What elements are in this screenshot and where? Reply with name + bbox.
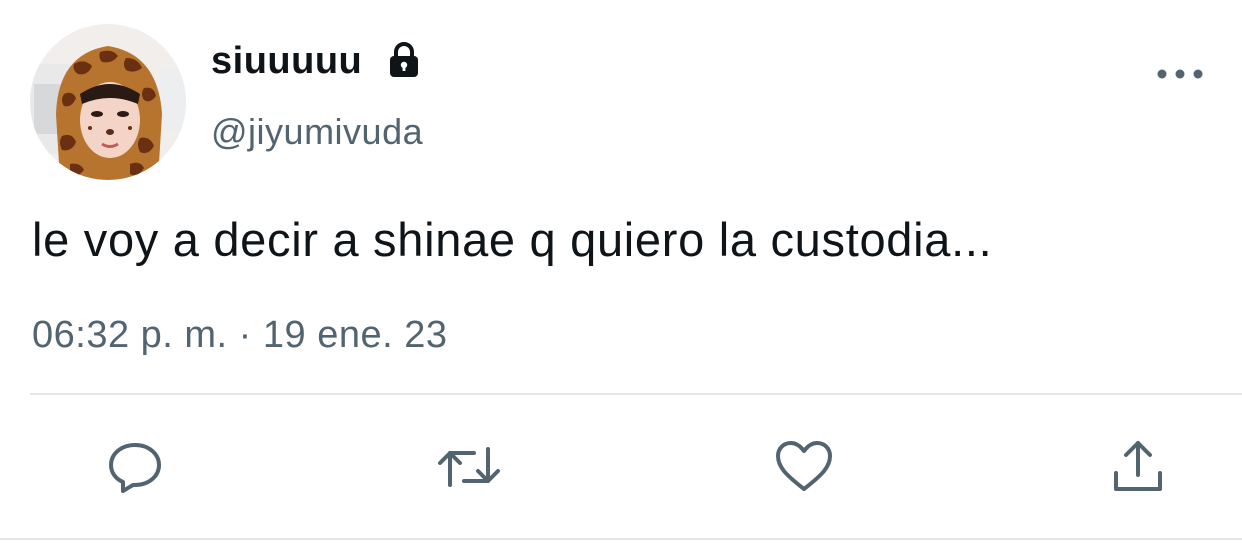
reply-icon bbox=[109, 443, 161, 493]
avatar[interactable] bbox=[30, 24, 186, 180]
share-button[interactable] bbox=[1103, 432, 1173, 502]
username-handle[interactable]: @jiyumivuda bbox=[211, 114, 423, 150]
like-button[interactable] bbox=[769, 432, 839, 502]
more-options-button[interactable] bbox=[1152, 56, 1208, 92]
divider bbox=[30, 393, 1242, 395]
heart-icon bbox=[776, 441, 832, 491]
tweet-text: le voy a decir a shinae q quiero la cust… bbox=[32, 213, 993, 266]
share-icon bbox=[1114, 441, 1162, 491]
tweet[interactable]: siuuuuu @jiyumivuda le voy a decir a shi… bbox=[0, 0, 1242, 558]
retweet-icon bbox=[438, 447, 500, 487]
lock-icon bbox=[390, 42, 418, 77]
display-name[interactable]: siuuuuu bbox=[211, 42, 362, 80]
divider-bottom bbox=[0, 538, 1242, 540]
retweet-button[interactable] bbox=[434, 432, 504, 502]
more-horizontal-icon bbox=[1157, 69, 1203, 79]
tweet-timestamp[interactable]: 06:32 p. m. · 19 ene. 23 bbox=[32, 316, 448, 354]
reply-button[interactable] bbox=[100, 432, 170, 502]
avatar-image bbox=[30, 24, 186, 180]
